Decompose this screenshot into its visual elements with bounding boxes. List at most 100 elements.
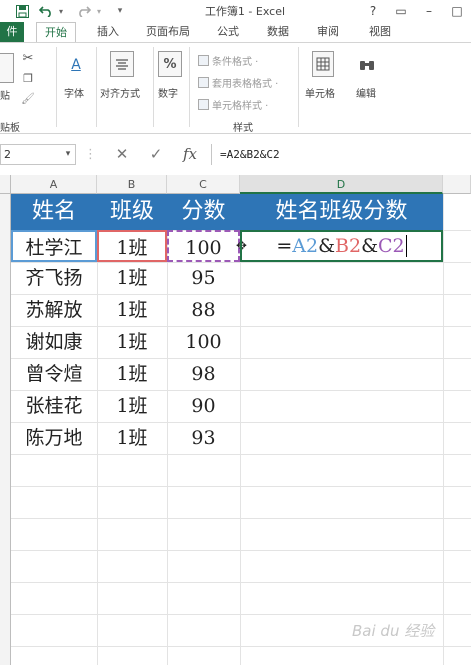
header-cell-name[interactable]: 姓名 (11, 194, 97, 230)
cell-c8[interactable]: 93 (167, 422, 240, 454)
cancel-icon[interactable]: ✕ (110, 144, 134, 165)
editing-label[interactable]: 编辑 (356, 85, 376, 100)
minimize-button[interactable]: – (418, 1, 440, 21)
cell-c5[interactable]: 100 (167, 326, 240, 358)
cell-c2[interactable]: 100 (167, 230, 240, 262)
gridline (11, 486, 471, 487)
tab-review[interactable]: 审阅 (308, 22, 348, 42)
ribbon-display-button[interactable]: ▭ (390, 1, 412, 21)
gridline (240, 194, 241, 665)
tab-view[interactable]: 视图 (360, 22, 400, 42)
gridline (11, 550, 471, 551)
column-header-c[interactable]: C (167, 175, 240, 194)
cell-a7[interactable]: 张桂花 (11, 390, 97, 422)
gridline (443, 194, 444, 665)
conditional-format-button[interactable]: 条件格式 · (198, 53, 258, 68)
column-header-e[interactable] (443, 175, 471, 194)
header-cell-combined[interactable]: 姓名班级分数 (240, 194, 443, 230)
cut-icon[interactable]: ✂ (20, 49, 36, 67)
cell-c7[interactable]: 90 (167, 390, 240, 422)
text-caret (405, 235, 407, 257)
column-header-a[interactable]: A (11, 175, 97, 194)
enter-icon[interactable]: ✓ (144, 144, 168, 165)
title-bar: ▾ ▾ ▾ 工作簿1 - Excel ? ▭ – □ (0, 0, 471, 22)
cell-b7[interactable]: 1班 (97, 390, 167, 422)
separator (189, 47, 190, 127)
gridline (11, 582, 471, 583)
watermark: Bai du 经验 (352, 622, 435, 640)
cell-a4[interactable]: 苏解放 (11, 294, 97, 326)
formula-ref-c2: C2 (378, 235, 405, 257)
tab-page-layout[interactable]: 页面布局 (138, 22, 198, 42)
formula-ref-a2: A2 (292, 235, 319, 257)
cell-c3[interactable]: 95 (167, 262, 240, 294)
cell-a6[interactable]: 曾令煊 (11, 358, 97, 390)
cell-b3[interactable]: 1班 (97, 262, 167, 294)
tab-file[interactable]: 件 (0, 22, 24, 42)
customize-qat-icon[interactable]: ▾ (114, 2, 126, 20)
select-all-corner[interactable] (0, 175, 11, 194)
number-label[interactable]: 数字 (158, 85, 178, 100)
tab-formulas[interactable]: 公式 (208, 22, 248, 42)
alignment-label[interactable]: 对齐方式 (100, 85, 140, 100)
redo-icon[interactable] (76, 2, 92, 20)
format-painter-icon[interactable]: 🖌 (20, 89, 36, 107)
separator (56, 47, 57, 127)
separator (153, 47, 154, 127)
column-header-d[interactable]: D (240, 175, 443, 194)
cell-styles-button[interactable]: 单元格样式 · (198, 97, 268, 112)
format-as-table-button[interactable]: 套用表格格式 · (198, 75, 278, 90)
ribbon-home: 贴 ✂ ❐ 🖌 贴板 A 字体 对齐方式 % 数字 条件格式 · 套用表格格式 … (0, 42, 471, 134)
paste-label[interactable]: 贴 (0, 87, 10, 102)
cell-a5[interactable]: 谢如康 (11, 326, 97, 358)
gridline (11, 454, 471, 455)
undo-dropdown-icon[interactable]: ▾ (56, 2, 66, 20)
alignment-icon[interactable] (110, 51, 134, 77)
cell-b2[interactable]: 1班 (97, 230, 167, 262)
cells-icon[interactable] (312, 51, 334, 77)
cell-a3[interactable]: 齐飞扬 (11, 262, 97, 294)
cells-label[interactable]: 单元格 (305, 85, 335, 100)
formula-input[interactable]: =A2&B2&C2 (211, 144, 471, 165)
header-cell-score[interactable]: 分数 (167, 194, 240, 230)
ribbon-tabs: 件 开始 插入 页面布局 公式 数据 审阅 视图 (0, 22, 471, 42)
table-format-icon (198, 77, 209, 88)
maximize-button[interactable]: □ (446, 1, 468, 21)
gridline (11, 518, 471, 519)
cell-b8[interactable]: 1班 (97, 422, 167, 454)
font-icon[interactable]: A (64, 51, 88, 79)
help-button[interactable]: ? (362, 1, 384, 21)
cell-a8[interactable]: 陈万地 (11, 422, 97, 454)
copy-icon[interactable]: ❐ (20, 69, 36, 87)
cell-b4[interactable]: 1班 (97, 294, 167, 326)
font-label[interactable]: 字体 (64, 85, 84, 100)
cell-d2-editing[interactable]: =A2&B2&C2 (240, 230, 443, 262)
save-icon[interactable] (14, 2, 30, 20)
clipboard-group-label: 贴板 (0, 123, 20, 134)
gridline (11, 614, 471, 615)
formula-ref-b2: B2 (335, 235, 362, 257)
undo-icon[interactable] (38, 2, 54, 20)
redo-dropdown-icon[interactable]: ▾ (94, 2, 104, 20)
cell-c4[interactable]: 88 (167, 294, 240, 326)
number-format-icon[interactable]: % (158, 51, 182, 77)
cell-b5[interactable]: 1班 (97, 326, 167, 358)
formula-equals: = (276, 235, 293, 257)
column-header-b[interactable]: B (97, 175, 167, 194)
name-box-dropdown-icon[interactable]: ▾ (62, 144, 74, 165)
cell-style-icon (198, 99, 209, 110)
tab-home[interactable]: 开始 (36, 22, 76, 42)
find-icon[interactable] (356, 51, 378, 77)
row-headers[interactable] (0, 194, 11, 665)
formula-bar-grip-icon[interactable]: ⋮ (84, 144, 97, 165)
cell-c6[interactable]: 98 (167, 358, 240, 390)
insert-function-icon[interactable]: fx (178, 144, 202, 165)
header-cell-class[interactable]: 班级 (97, 194, 167, 230)
formula-bar: 2 ▾ ⋮ ✕ ✓ fx =A2&B2&C2 (0, 141, 471, 168)
tab-insert[interactable]: 插入 (88, 22, 128, 42)
tab-data[interactable]: 数据 (258, 22, 298, 42)
paste-icon[interactable] (0, 53, 14, 83)
formula-amp: & (361, 235, 378, 257)
cell-b6[interactable]: 1班 (97, 358, 167, 390)
cell-a2[interactable]: 杜学江 (11, 230, 97, 262)
